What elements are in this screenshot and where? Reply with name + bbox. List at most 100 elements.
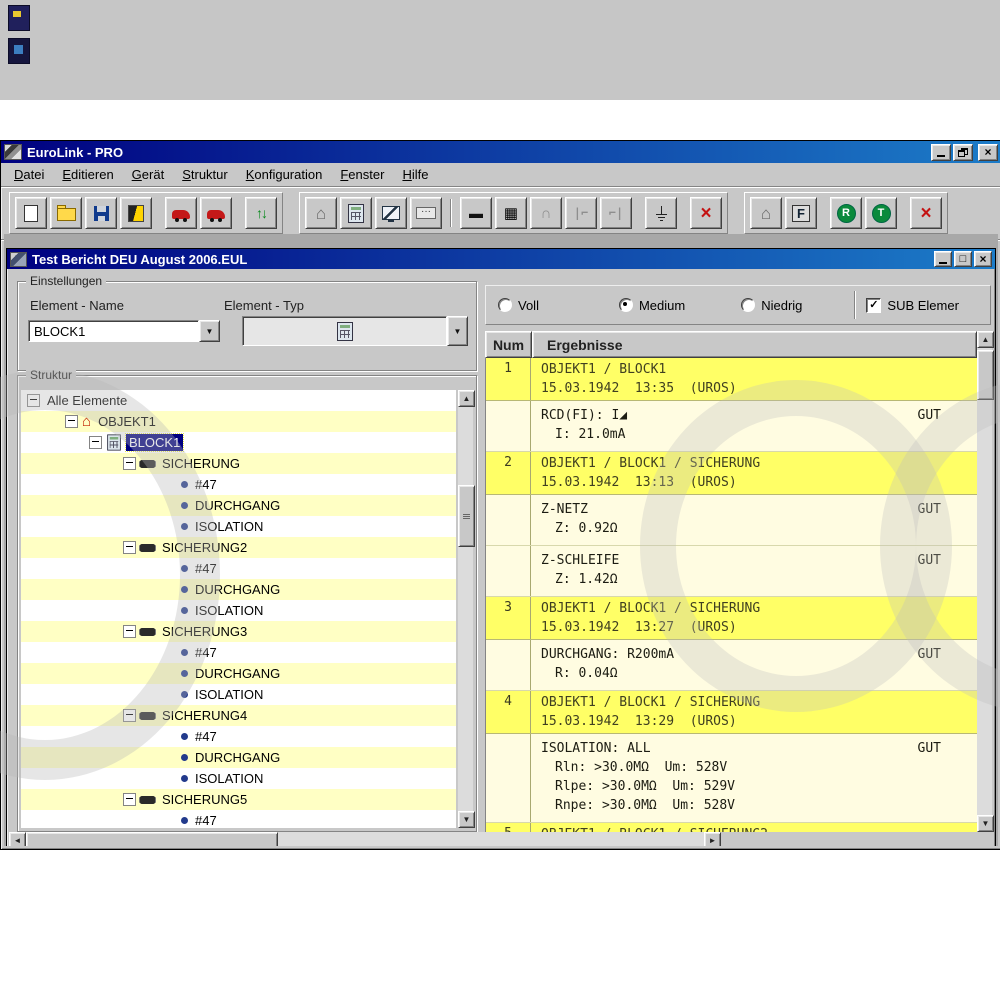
measurement-row[interactable]: DURCHGANG: R200mAGUT R: 0.04Ω [486,640,977,691]
menu-geraet[interactable]: Gerät [123,164,174,185]
measurement-row[interactable]: ISOLATION: ALLGUT Rln: >30.0MΩ Um: 528V … [486,734,977,823]
collapse-icon[interactable] [65,415,78,428]
minimize-button[interactable] [931,144,951,161]
element-name-dropdown-button[interactable]: ▼ [199,320,220,342]
measurement-row[interactable]: Z-SCHLEIFEGUT Z: 1.42Ω [486,546,977,597]
tree-node[interactable]: SICHERUNG3 [21,621,456,642]
restore-button[interactable] [953,144,973,161]
menu-fenster[interactable]: Fenster [331,164,393,185]
angle-left-button[interactable]: |⌐ [565,197,597,229]
upload-instrument-button[interactable] [165,197,197,229]
result-group-header[interactable]: 4 OBJEKT1 / BLOCK1 / SICHERUNG15.03.1942… [486,691,977,734]
delete-element-button[interactable]: × [690,197,722,229]
sync-button[interactable]: ↑↓ [245,197,277,229]
collapse-icon[interactable] [123,625,136,638]
collapse-icon[interactable] [27,394,40,407]
tree-leaf[interactable]: ISOLATION [21,768,456,789]
report-button[interactable] [120,197,152,229]
ground-button[interactable] [645,197,677,229]
results-scrollbar[interactable]: ▲ ▼ [977,331,992,832]
tree-node[interactable]: SICHERUNG2 [21,537,456,558]
new-file-button[interactable] [15,197,47,229]
tree-node[interactable]: SICHERUNG5 [21,789,456,810]
scroll-up-button[interactable]: ▲ [977,331,994,348]
menu-konfiguration[interactable]: Konfiguration [237,164,332,185]
desktop-icon[interactable] [8,38,30,64]
grid-element-button[interactable]: ▦ [495,197,527,229]
open-file-button[interactable] [50,197,82,229]
menu-struktur[interactable]: Struktur [173,164,237,185]
tree-leaf[interactable]: DURCHGANG [21,495,456,516]
home-button-2[interactable]: ⌂ [750,197,782,229]
measurement-button[interactable] [375,197,407,229]
tree-node[interactable]: SICHERUNG [21,453,456,474]
element-type-button[interactable] [340,197,372,229]
result-group-header[interactable]: 5 OBJEKT1 / BLOCK1 / SICHERUNG2 [486,823,977,832]
tree-leaf[interactable]: DURCHGANG [21,663,456,684]
tree-leaf[interactable]: #47 [21,558,456,579]
menu-datei[interactable]: Datei [5,164,53,185]
tree-node[interactable]: Alle Elemente [21,390,456,411]
collapse-icon[interactable] [123,457,136,470]
element-typ-combo[interactable]: ▼ [242,316,468,346]
home-button[interactable]: ⌂ [305,197,337,229]
tree-leaf[interactable]: DURCHGANG [21,579,456,600]
measurement-row[interactable]: RCD(FI): I◢GUT I: 21.0mA [486,401,977,452]
sub-element-checkbox[interactable]: ✓SUB Element [866,298,959,313]
desktop-icon[interactable] [8,5,30,31]
scroll-thumb[interactable] [26,832,278,846]
filter-voll-radio[interactable]: Voll [498,298,539,313]
horizontal-scrollbar[interactable]: ◄ ► [9,832,721,846]
app-titlebar[interactable]: EuroLink - PRO × [1,141,1000,163]
close-button[interactable]: × [978,144,998,161]
tree-node-selected[interactable]: BLOCK1 [21,432,456,453]
menu-editieren[interactable]: Editieren [53,164,122,185]
save-button[interactable] [85,197,117,229]
filter-medium-radio[interactable]: Medium [619,298,685,313]
element-typ-dropdown-button[interactable]: ▼ [447,316,468,346]
result-group-header[interactable]: 3 OBJEKT1 / BLOCK1 / SICHERUNG15.03.1942… [486,597,977,640]
element-typ-value[interactable] [242,316,447,346]
tree-leaf[interactable]: ISOLATION [21,684,456,705]
doc-close-button[interactable]: × [974,251,992,267]
scroll-right-button[interactable]: ► [704,832,721,846]
angle-right-button[interactable]: ⌐| [600,197,632,229]
scroll-track[interactable] [458,407,473,811]
tree-scrollbar[interactable]: ▲ ▼ [458,390,473,828]
collapse-icon[interactable] [123,793,136,806]
tree-leaf[interactable]: #47 [21,474,456,495]
tree-leaf[interactable]: ISOLATION [21,600,456,621]
scroll-track[interactable] [26,832,704,846]
num-column-header[interactable]: Num [485,331,532,358]
doc-maximize-button[interactable]: □ [954,251,972,267]
t-function-button[interactable]: T [865,197,897,229]
delete-function-button[interactable]: × [910,197,942,229]
tree-leaf[interactable]: #47 [21,810,456,828]
document-titlebar[interactable]: Test Bericht DEU August 2006.EUL □ × [7,249,995,269]
result-group-header[interactable]: 2 OBJEKT1 / BLOCK1 / SICHERUNG15.03.1942… [486,452,977,495]
cable-button[interactable]: ··· [410,197,442,229]
r-function-button[interactable]: R [830,197,862,229]
result-group-header[interactable]: 1 OBJEKT1 / BLOCK115.03.1942 13:35 (UROS… [486,358,977,401]
tree-leaf[interactable]: DURCHGANG [21,747,456,768]
menu-hilfe[interactable]: Hilfe [393,164,437,185]
doc-minimize-button[interactable] [934,251,952,267]
f-key-button[interactable]: F [785,197,817,229]
ergebnisse-column-header[interactable]: Ergebnisse [532,331,977,358]
scroll-up-button[interactable]: ▲ [458,390,475,407]
scroll-left-button[interactable]: ◄ [9,832,26,846]
bar-element-button[interactable]: ▬ [460,197,492,229]
arch-element-button[interactable]: ∩ [530,197,562,229]
tree-leaf[interactable]: ISOLATION [21,516,456,537]
scroll-thumb[interactable] [977,350,994,400]
collapse-icon[interactable] [123,709,136,722]
element-name-value[interactable]: BLOCK1 [28,320,199,342]
tree-node[interactable]: ⌂OBJEKT1 [21,411,456,432]
scroll-down-button[interactable]: ▼ [458,811,475,828]
download-instrument-button[interactable] [200,197,232,229]
scroll-thumb[interactable] [458,485,475,547]
measurement-row[interactable]: Z-NETZGUT Z: 0.92Ω [486,495,977,546]
tree-leaf[interactable]: #47 [21,726,456,747]
tree-node[interactable]: SICHERUNG4 [21,705,456,726]
collapse-icon[interactable] [89,436,102,449]
